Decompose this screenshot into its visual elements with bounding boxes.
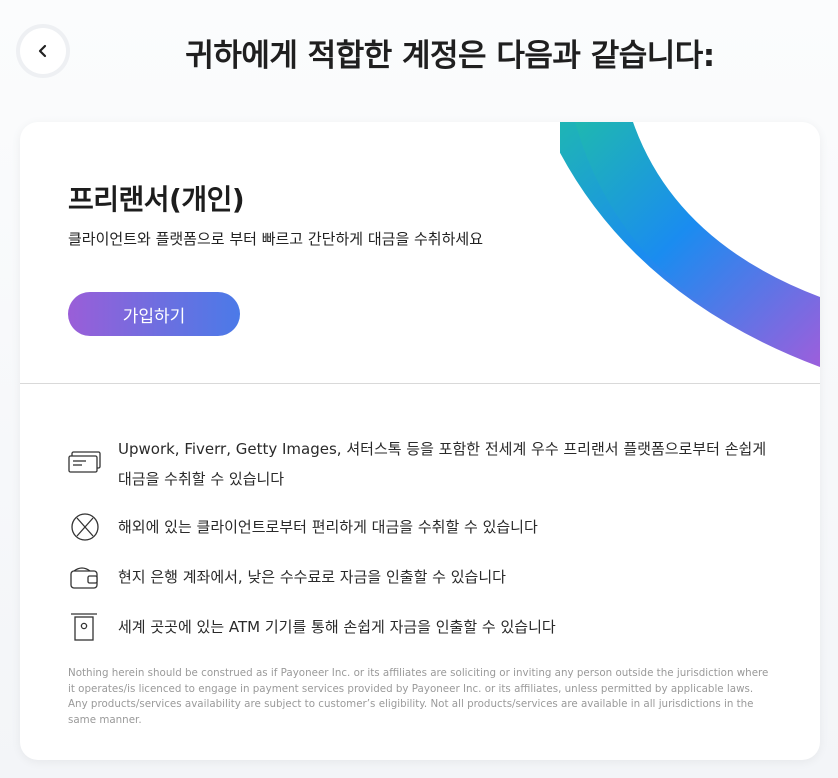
card-title: 프리랜서(개인) [68, 183, 245, 216]
card-subtitle: 클라이언트와 플랫폼으로 부터 빠르고 간단하게 대금을 수취하세요 [68, 230, 484, 248]
feature-text: 해외에 있는 클라이언트로부터 편리하게 대금을 수취할 수 있습니다 [118, 518, 538, 536]
feature-text: 세계 곳곳에 있는 ATM 기기를 통해 손쉽게 자금을 인출할 수 있습니다 [118, 618, 556, 636]
legal-disclaimer: Nothing herein should be construed as if… [68, 667, 769, 726]
back-button[interactable] [20, 28, 66, 74]
card-header: 프리랜서(개인) 클라이언트와 플랫폼으로 부터 빠르고 간단하게 대금을 수취… [20, 122, 820, 384]
globe-icon [71, 513, 99, 541]
signup-button[interactable]: 가입하기 [68, 292, 240, 336]
cards-icon [68, 451, 101, 473]
account-card: 프리랜서(개인) 클라이언트와 플랫폼으로 부터 빠르고 간단하게 대금을 수취… [20, 122, 820, 760]
wallet-icon [70, 567, 98, 589]
atm-icon [71, 613, 97, 641]
divider [20, 383, 820, 384]
chevron-left-icon [38, 44, 47, 58]
feature-text: 현지 은행 계좌에서, 낮은 수수료로 자금을 인출할 수 있습니다 [118, 568, 506, 586]
feature-text: Upwork, Fiverr, Getty Images, 셔터스톡 등을 포함… [118, 440, 767, 488]
header: 귀하에게 적합한 계정은 다음과 같습니다: [0, 0, 838, 100]
page-title: 귀하에게 적합한 계정은 다음과 같습니다: [185, 38, 715, 74]
